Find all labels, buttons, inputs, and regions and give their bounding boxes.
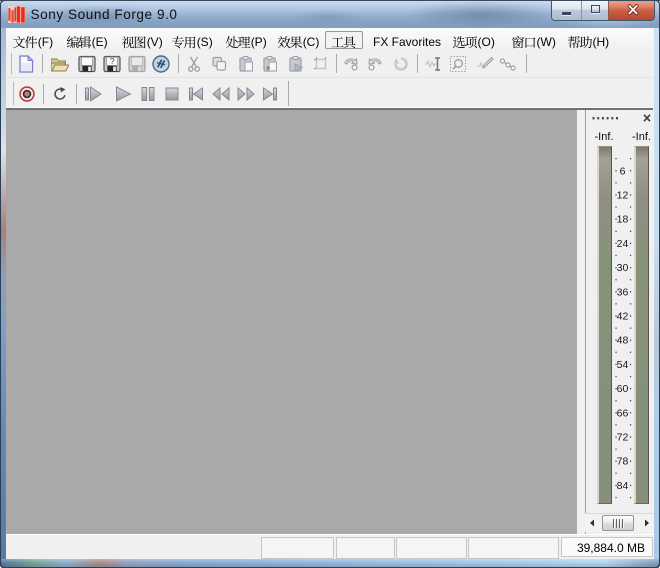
svg-text:66: 66 [617, 407, 629, 419]
svg-text:42: 42 [617, 311, 629, 323]
svg-text:(O): (O) [478, 35, 495, 49]
svg-text:30: 30 [617, 262, 629, 274]
svg-text:(H): (H) [593, 35, 610, 49]
svg-text:(P): (P) [251, 35, 267, 49]
svg-text:24: 24 [617, 238, 629, 250]
svg-text:12: 12 [617, 190, 629, 202]
svg-text:36: 36 [617, 286, 629, 298]
svg-text:48: 48 [617, 335, 629, 347]
svg-text:(F): (F) [38, 35, 53, 49]
svg-text:FX Favorites: FX Favorites [373, 35, 441, 49]
svg-text:(W): (W) [537, 35, 556, 49]
svg-text:(S): (S) [197, 35, 213, 49]
svg-text:54: 54 [617, 359, 629, 371]
svg-text:84: 84 [617, 480, 629, 492]
svg-text:78: 78 [617, 456, 629, 468]
svg-text:60: 60 [617, 383, 629, 395]
svg-text:72: 72 [617, 432, 629, 444]
svg-text:?: ? [109, 55, 114, 65]
svg-text:(V): (V) [147, 35, 163, 49]
svg-text:(E): (E) [92, 35, 108, 49]
svg-text:6: 6 [620, 165, 626, 177]
svg-text:18: 18 [617, 214, 629, 226]
svg-text:(C): (C) [303, 35, 320, 49]
